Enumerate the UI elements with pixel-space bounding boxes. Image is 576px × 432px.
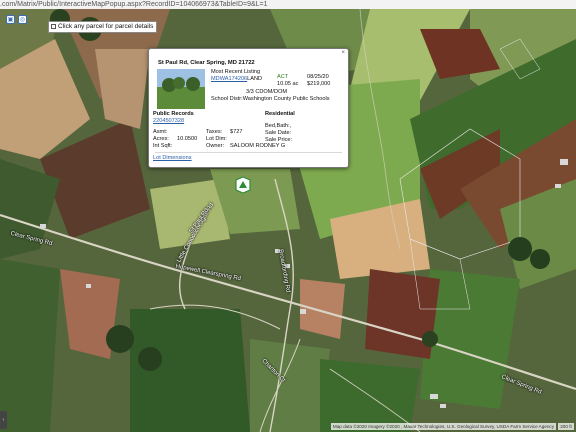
asmt-label: Asmt: bbox=[153, 129, 168, 135]
taxes-label: Taxes: bbox=[206, 129, 223, 135]
map-scale: 200 ft bbox=[558, 423, 574, 430]
taxes-value: $727 bbox=[230, 129, 243, 135]
sqft-label: Int Sqft: bbox=[153, 143, 173, 149]
listing-title: Most Recent Listing bbox=[211, 69, 261, 75]
side-panel-toggle[interactable]: ‹ bbox=[0, 411, 7, 429]
lot-dimensions-link[interactable]: Lot Dimensions bbox=[153, 155, 192, 162]
map-attribution: Map data ©2020 Imagery ©2020 , Maxar Tec… bbox=[330, 423, 556, 430]
popup-divider bbox=[155, 152, 342, 153]
lot-dim-label: Lot Dim: bbox=[206, 136, 227, 142]
sale-date-label: Sale Date: bbox=[265, 130, 292, 136]
residential-title: Residential bbox=[265, 111, 295, 117]
bed-bath-label: Bed,Bath: bbox=[265, 123, 290, 129]
listing-status: ACT bbox=[277, 74, 289, 80]
popup-address: St Paul Rd, Clear Spring, MD 21722 bbox=[158, 60, 255, 66]
property-photo[interactable] bbox=[157, 69, 205, 109]
sale-price-label: Sale Price: bbox=[265, 137, 293, 143]
parcel-details-hint: Click any parcel for parcel details bbox=[58, 23, 154, 30]
school-district: Washington County Public Schools bbox=[242, 96, 330, 102]
listing-acres: 10.05 ac bbox=[277, 81, 299, 87]
close-icon[interactable]: × bbox=[341, 50, 345, 57]
acres-value: 10.0500 bbox=[177, 136, 198, 142]
school-label: School Distr: bbox=[211, 96, 243, 102]
acres-label: Acres: bbox=[153, 136, 169, 142]
map-toolbar: ▣ ◎ bbox=[6, 14, 27, 25]
map-location-pin[interactable] bbox=[235, 176, 251, 194]
layers-icon[interactable]: ◎ bbox=[18, 15, 27, 24]
parcel-details-checkbox[interactable] bbox=[51, 24, 56, 29]
listing-popup: × St Paul Rd, Clear Spring, MD 21722 Mos… bbox=[148, 48, 349, 168]
bed-bath-value: , bbox=[290, 123, 292, 129]
listing-price: $219,000 bbox=[307, 81, 331, 87]
listing-dom: 3/3 CDOM/DOM bbox=[246, 89, 288, 95]
mls-id-link[interactable]: MDWA174206 bbox=[211, 76, 247, 82]
public-records-link[interactable]: 2204507328 bbox=[153, 118, 184, 125]
owner-label: Owner: bbox=[206, 143, 225, 149]
listing-type: LAND bbox=[247, 76, 263, 82]
owner-value: SALOOM RODNEY G bbox=[230, 143, 286, 149]
listing-date: 08/25/20 bbox=[307, 74, 329, 80]
public-records-title: Public Records bbox=[153, 111, 194, 117]
parcel-details-toggle[interactable]: Click any parcel for parcel details bbox=[48, 21, 158, 33]
parcel-tool-icon[interactable]: ▣ bbox=[6, 15, 15, 24]
